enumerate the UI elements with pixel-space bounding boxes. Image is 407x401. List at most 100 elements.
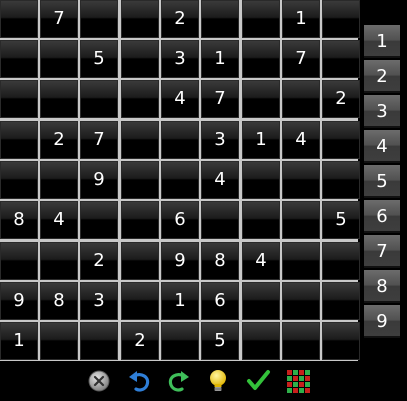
- sudoku-cell[interactable]: 2: [322, 80, 360, 118]
- sudoku-cell[interactable]: 2: [121, 322, 159, 360]
- sudoku-cell[interactable]: [282, 161, 320, 199]
- sudoku-cell[interactable]: [282, 80, 320, 118]
- sudoku-cell[interactable]: 7: [282, 40, 320, 78]
- sudoku-cell[interactable]: 5: [80, 40, 118, 78]
- sudoku-cell[interactable]: 3: [201, 121, 239, 159]
- redo-icon[interactable]: [166, 368, 192, 394]
- sudoku-cell[interactable]: [40, 161, 78, 199]
- sudoku-cell[interactable]: [242, 40, 280, 78]
- sudoku-cell[interactable]: 9: [0, 282, 38, 320]
- sudoku-board: 721531747227314948465298498316125: [0, 0, 360, 361]
- sudoku-cell[interactable]: [121, 80, 159, 118]
- sudoku-cell[interactable]: [322, 322, 360, 360]
- sudoku-cell[interactable]: [322, 121, 360, 159]
- sudoku-cell[interactable]: [242, 0, 280, 38]
- sudoku-cell[interactable]: [80, 0, 118, 38]
- sudoku-cell[interactable]: [242, 282, 280, 320]
- sudoku-cell[interactable]: 4: [242, 242, 280, 280]
- sudoku-cell[interactable]: 1: [242, 121, 280, 159]
- number-button-7[interactable]: 7: [364, 235, 400, 268]
- sudoku-cell[interactable]: [242, 322, 280, 360]
- sudoku-cell[interactable]: 1: [282, 0, 320, 38]
- sudoku-cell[interactable]: [80, 322, 118, 360]
- number-button-9[interactable]: 9: [364, 305, 400, 338]
- number-button-3[interactable]: 3: [364, 95, 400, 128]
- sudoku-cell[interactable]: [121, 282, 159, 320]
- sudoku-cell[interactable]: [80, 80, 118, 118]
- sudoku-cell[interactable]: 8: [201, 242, 239, 280]
- number-button-1[interactable]: 1: [364, 25, 400, 58]
- sudoku-cell[interactable]: [161, 322, 199, 360]
- sudoku-cell[interactable]: [0, 161, 38, 199]
- number-button-4[interactable]: 4: [364, 130, 400, 163]
- sudoku-cell[interactable]: 1: [161, 282, 199, 320]
- sudoku-cell[interactable]: [242, 161, 280, 199]
- sudoku-cell[interactable]: [0, 121, 38, 159]
- sudoku-cell[interactable]: 6: [161, 201, 199, 239]
- sudoku-cell[interactable]: [282, 322, 320, 360]
- sudoku-cell[interactable]: 3: [80, 282, 118, 320]
- sudoku-cell[interactable]: 1: [201, 40, 239, 78]
- number-button-8[interactable]: 8: [364, 270, 400, 303]
- sudoku-cell[interactable]: [322, 242, 360, 280]
- check-icon[interactable]: [245, 368, 271, 394]
- sudoku-cell[interactable]: 3: [161, 40, 199, 78]
- sudoku-cell[interactable]: 5: [322, 201, 360, 239]
- sudoku-cell[interactable]: 4: [40, 201, 78, 239]
- sudoku-cell[interactable]: [121, 161, 159, 199]
- undo-icon[interactable]: [126, 368, 152, 394]
- sudoku-cell[interactable]: [161, 161, 199, 199]
- sudoku-cell[interactable]: 5: [201, 322, 239, 360]
- sudoku-cell[interactable]: [282, 282, 320, 320]
- bottom-toolbar: [0, 362, 407, 401]
- number-button-6[interactable]: 6: [364, 200, 400, 233]
- sudoku-cell[interactable]: [80, 201, 118, 239]
- sudoku-cell[interactable]: [322, 161, 360, 199]
- sudoku-cell[interactable]: 9: [80, 161, 118, 199]
- sudoku-cell[interactable]: [40, 40, 78, 78]
- sudoku-cell[interactable]: 7: [201, 80, 239, 118]
- sudoku-cell[interactable]: [201, 0, 239, 38]
- sudoku-cell[interactable]: [121, 201, 159, 239]
- sudoku-cell[interactable]: [242, 201, 280, 239]
- sudoku-cell[interactable]: [322, 282, 360, 320]
- sudoku-cell[interactable]: 2: [40, 121, 78, 159]
- sudoku-cell[interactable]: [242, 80, 280, 118]
- sudoku-cell[interactable]: [0, 242, 38, 280]
- number-button-5[interactable]: 5: [364, 165, 400, 198]
- sudoku-cell[interactable]: [121, 40, 159, 78]
- sudoku-cell[interactable]: 2: [80, 242, 118, 280]
- sudoku-cell[interactable]: [322, 0, 360, 38]
- sudoku-cell[interactable]: [40, 242, 78, 280]
- number-button-2[interactable]: 2: [364, 60, 400, 93]
- sudoku-cell[interactable]: 2: [161, 0, 199, 38]
- sudoku-cell[interactable]: [121, 0, 159, 38]
- clear-icon[interactable]: [86, 368, 112, 394]
- sudoku-cell[interactable]: [0, 0, 38, 38]
- sudoku-cell[interactable]: [201, 201, 239, 239]
- sudoku-cell[interactable]: [0, 40, 38, 78]
- sudoku-screen: 721531747227314948465298498316125 123456…: [0, 0, 407, 401]
- sudoku-cell[interactable]: [121, 242, 159, 280]
- sudoku-cell[interactable]: 9: [161, 242, 199, 280]
- sudoku-cell[interactable]: 6: [201, 282, 239, 320]
- sudoku-cell[interactable]: [40, 322, 78, 360]
- sudoku-cell[interactable]: [282, 201, 320, 239]
- sudoku-cell[interactable]: 4: [282, 121, 320, 159]
- sudoku-cell[interactable]: 4: [201, 161, 239, 199]
- sudoku-cell[interactable]: [121, 121, 159, 159]
- sudoku-cell[interactable]: 7: [40, 0, 78, 38]
- sudoku-cell[interactable]: [161, 121, 199, 159]
- sudoku-cell[interactable]: 4: [161, 80, 199, 118]
- sudoku-cell[interactable]: 8: [40, 282, 78, 320]
- sudoku-cell[interactable]: 7: [80, 121, 118, 159]
- grid-icon[interactable]: [285, 368, 311, 394]
- sudoku-cell[interactable]: 8: [0, 201, 38, 239]
- sudoku-cell[interactable]: [40, 80, 78, 118]
- sudoku-cell[interactable]: [0, 80, 38, 118]
- sudoku-cell[interactable]: [322, 40, 360, 78]
- sudoku-cell[interactable]: 1: [0, 322, 38, 360]
- number-picker: 123456789: [364, 25, 400, 340]
- hint-bulb-icon[interactable]: [205, 368, 231, 394]
- sudoku-cell[interactable]: [282, 242, 320, 280]
